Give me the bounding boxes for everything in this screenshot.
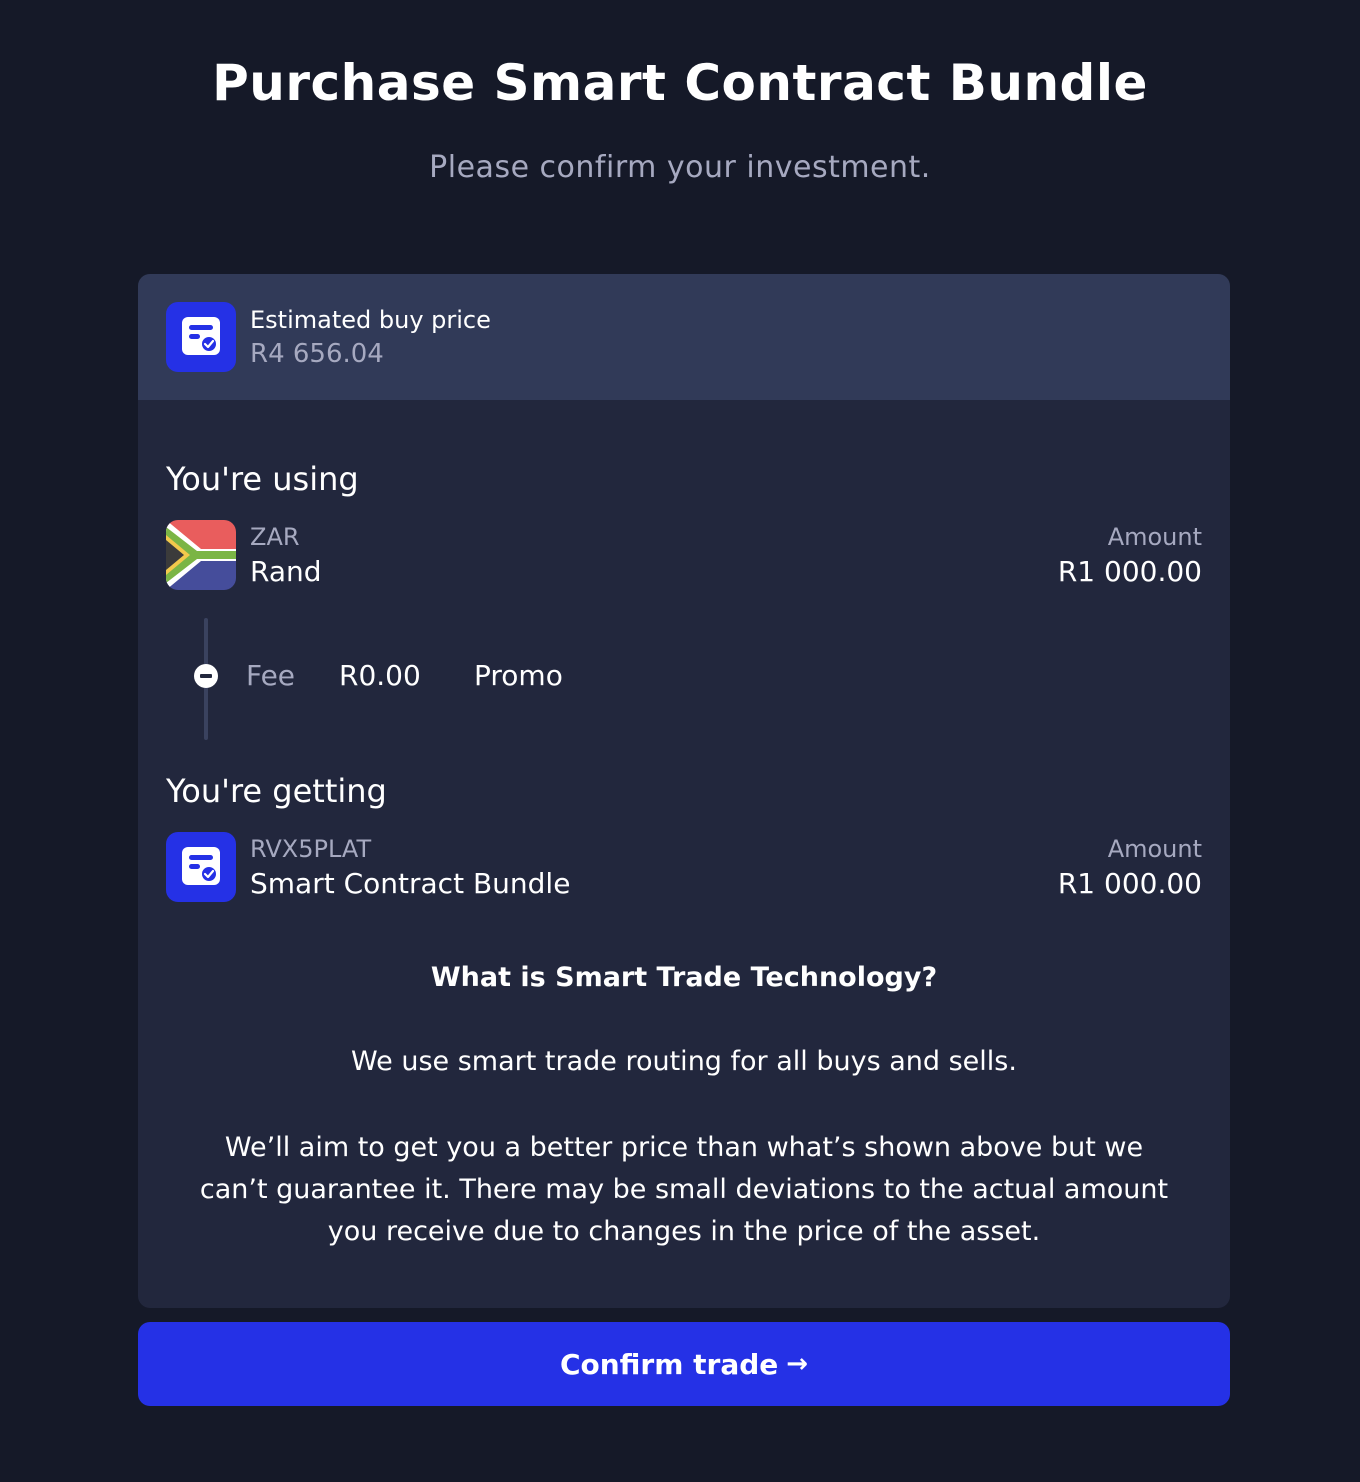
- getting-amount-label: Amount: [1107, 835, 1202, 863]
- using-heading: You're using: [166, 460, 359, 498]
- arrow-right-icon: →: [786, 1349, 809, 1379]
- estimated-price-value: R4 656.04: [250, 339, 384, 369]
- contract-bundle-icon: [166, 832, 236, 902]
- using-currency-name: Rand: [250, 555, 322, 588]
- smart-trade-info-paragraph-1: We use smart trade routing for all buys …: [351, 1046, 1017, 1077]
- confirm-trade-label: Confirm trade: [559, 1347, 779, 1381]
- fee-promo-label: Promo: [474, 659, 563, 692]
- fee-label: Fee: [246, 659, 296, 692]
- smart-trade-info-title: What is Smart Trade Technology?: [430, 962, 938, 993]
- estimated-price-label: Estimated buy price: [250, 306, 491, 334]
- contract-bundle-icon: [166, 302, 236, 372]
- getting-asset-name: Smart Contract Bundle: [250, 867, 571, 900]
- page-subtitle: Please confirm your investment.: [429, 150, 931, 185]
- getting-amount-value: R1 000.00: [1057, 867, 1202, 900]
- getting-heading: You're getting: [166, 772, 387, 810]
- south-africa-flag-icon: [166, 520, 236, 590]
- using-amount-label: Amount: [1107, 523, 1202, 551]
- minus-circle-icon: [194, 664, 218, 688]
- smart-trade-info-paragraph-2: We’ll aim to get you a better price than…: [199, 1132, 1169, 1247]
- trade-summary-card: Estimated buy price R4 656.04 You're usi…: [138, 274, 1230, 1308]
- using-amount-value: R1 000.00: [1057, 555, 1202, 588]
- getting-asset-code: RVX5PLAT: [250, 835, 372, 863]
- confirm-trade-button[interactable]: Confirm trade →: [138, 1322, 1230, 1406]
- using-currency-code: ZAR: [250, 523, 300, 551]
- fee-value: R0.00: [339, 659, 421, 692]
- page-title: Purchase Smart Contract Bundle: [212, 54, 1148, 112]
- estimated-price-header: Estimated buy price R4 656.04: [138, 274, 1230, 400]
